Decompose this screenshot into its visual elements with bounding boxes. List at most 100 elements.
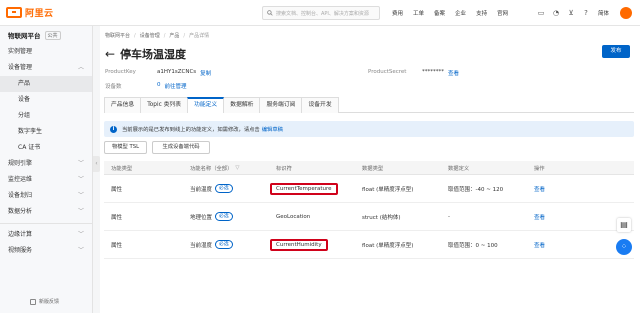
sidebar-item-label: CA 证书 [18, 144, 41, 151]
cell-identifier: CurrentTemperature [270, 182, 362, 195]
sidebar-item-monitoring[interactable]: 监控运维 ﹀ [0, 172, 92, 188]
sidebar-item-edge-computing[interactable]: 边缘计算 ﹀ [0, 227, 92, 243]
product-secret-value: ******** [422, 69, 444, 75]
col-header-name[interactable]: 功能名称（全部） ▽ [190, 164, 276, 172]
sidebar-item-rule-engine[interactable]: 规则引擎 ﹀ [0, 156, 92, 172]
function-table: 功能类型 功能名称（全部） ▽ 标识符 数据类型 数据定义 操作 属性 当前温度必… [104, 161, 634, 259]
sidebar-item-group[interactable]: 分组 [0, 108, 92, 124]
product-secret-label: ProductSecret [368, 69, 407, 75]
device-count-value[interactable]: 0 [157, 82, 161, 90]
sidebar-item-ca-cert[interactable]: CA 证书 [0, 140, 92, 156]
top-link-enterprise[interactable]: 企业 [455, 9, 466, 17]
sidebar-item-video-service[interactable]: 视频服务 ﹀ [0, 243, 92, 259]
cell-type: 属性 [111, 186, 123, 193]
cell-name: 地理位置 必选 [190, 212, 276, 221]
feedback-link[interactable]: 新版反馈 [30, 298, 59, 305]
apps-grid-icon[interactable]: ⁘ [616, 239, 632, 255]
top-icons: ▭ ◔ ⊻ ? [537, 0, 597, 26]
highlight-box-identifier: CurrentHumidity [270, 238, 328, 251]
chevron-down-icon: ﹀ [77, 160, 84, 167]
cell-definition: 取值范围：0 ~ 100 [448, 242, 498, 249]
sidebar-item-data-analysis[interactable]: 数据分析 ﹀ [0, 204, 92, 220]
info-alert: i 当前展示的是已发布到线上的功能定义，如需修改，请点击 编辑草稿 [104, 121, 634, 137]
feedback-label: 新版反馈 [39, 299, 60, 305]
page-title-text: 停车场温湿度 [120, 48, 187, 61]
chevron-down-icon: ﹀ [77, 176, 84, 183]
breadcrumb: 物联网平台 / 设备管理 / 产品 / 产品详情 [105, 32, 209, 40]
bell-icon[interactable]: ◔ [552, 9, 560, 17]
cell-name: 当前湿度 必选 [190, 240, 276, 249]
cell-data-type: struct (结构体) [362, 214, 401, 221]
breadcrumb-item[interactable]: 物联网平台 [105, 32, 130, 39]
help-icon[interactable]: ? [582, 9, 590, 17]
sidebar-item-label: 数字孪生 [18, 128, 43, 135]
sidebar-item-label: 监控运维 [8, 176, 33, 183]
main-content: 物联网平台 / 设备管理 / 产品 / 产品详情 ← 停车场温湿度 发布 Produc… [100, 26, 640, 313]
tab-product-info[interactable]: 产品信息 [104, 97, 142, 113]
top-link-official-site[interactable]: 官网 [497, 9, 508, 17]
col-header-type: 功能类型 [111, 165, 133, 172]
view-link[interactable]: 查看 [534, 187, 545, 193]
view-secret-link[interactable]: 查看 [448, 69, 459, 77]
top-link-support[interactable]: 支持 [476, 9, 487, 17]
back-arrow-icon[interactable]: ← [105, 48, 115, 60]
sidebar-item-label: 规则引擎 [8, 160, 33, 167]
cell-definition: - [448, 213, 450, 220]
breadcrumb-item[interactable]: 设备管理 [140, 32, 160, 39]
top-link-icp[interactable]: 备案 [434, 9, 445, 17]
product-key-value: a1HY1sZCNCs [157, 69, 197, 75]
sidebar-item-digital-twin[interactable]: 数字孪生 [0, 124, 92, 140]
feedback-icon [30, 298, 36, 305]
product-secret-row: ProductSecret ******** 查看 [368, 69, 459, 77]
filter-icon[interactable]: ▽ [235, 165, 239, 171]
cell-definition: 取值范围：-40 ~ 120 [448, 186, 504, 193]
sidebar-item-label: 设备 [18, 96, 31, 103]
view-link[interactable]: 查看 [534, 243, 545, 249]
tsl-button[interactable]: 物模型 TSL [104, 141, 147, 154]
sidebar-item-device-management[interactable]: 设备管理 ︿ [0, 60, 92, 76]
generate-code-button[interactable]: 生成设备端代码 [152, 141, 210, 154]
breadcrumb-separator: / [134, 32, 136, 39]
sidebar-collapse-handle[interactable]: ‹ [93, 156, 100, 172]
top-link-billing[interactable]: 费用 [392, 9, 403, 17]
goto-manage-link[interactable]: 前往管理 [165, 82, 187, 90]
cell-name-text: 当前湿度 [190, 242, 213, 249]
terminal-icon[interactable]: ▭ [537, 9, 545, 17]
sidebar-item-device-assignment[interactable]: 设备划归 ﹀ [0, 188, 92, 204]
chevron-up-icon: ︿ [77, 64, 84, 71]
aliyun-logo-icon [6, 7, 22, 18]
edit-draft-link[interactable]: 编辑草稿 [262, 125, 283, 133]
col-header-identifier: 标识符 [276, 165, 292, 172]
global-search-input[interactable]: 搜索文档、控制台、API、解决方案和资源 [262, 6, 380, 20]
chat-icon[interactable]: ▤ [617, 218, 631, 232]
sidebar-item-device[interactable]: 设备 [0, 92, 92, 108]
product-key-row: ProductKey a1HY1sZCNCs 复制 [105, 69, 211, 77]
cell-name-text: 当前温度 [190, 186, 213, 193]
tab-data-parsing[interactable]: 数据解析 [223, 97, 261, 113]
cell-identifier: CurrentHumidity [270, 238, 362, 251]
sidebar-item-label: 视频服务 [8, 247, 33, 254]
product-key-label: ProductKey [105, 69, 136, 75]
avatar[interactable] [620, 7, 632, 19]
sidebar-item-product[interactable]: 产品 [0, 76, 92, 92]
copy-link[interactable]: 复制 [200, 69, 211, 77]
tab-server-subscription[interactable]: 服务端订阅 [259, 97, 303, 113]
col-header-name-text: 功能名称（全部） [190, 165, 233, 172]
tab-device-development[interactable]: 设备开发 [301, 97, 339, 113]
tab-function-definition[interactable]: 功能定义 [187, 97, 225, 113]
tab-topic-list[interactable]: Topic 类列表 [140, 97, 189, 113]
instance-tag[interactable]: 公共 [44, 30, 61, 40]
cart-icon[interactable]: ⊻ [567, 9, 575, 17]
breadcrumb-item[interactable]: 产品 [169, 32, 179, 39]
top-link-ticket[interactable]: 工单 [413, 9, 424, 17]
sidebar-item-label: 数据分析 [8, 208, 33, 215]
sidebar-item-instance-management[interactable]: 实例管理 [0, 44, 92, 60]
device-count-label: 设备数 [105, 84, 122, 90]
publish-button[interactable]: 发布 [602, 45, 630, 58]
product-tabs: 产品信息 Topic 类列表 功能定义 数据解析 服务端订阅 设备开发 [104, 97, 634, 113]
aliyun-logo[interactable]: 阿里云 [6, 6, 54, 19]
language-switch[interactable]: 简体 [598, 9, 609, 17]
view-link[interactable]: 查看 [534, 215, 545, 221]
sidebar-item-label: 分组 [18, 112, 31, 119]
sidebar-title-text: 物联网平台 [8, 32, 41, 40]
